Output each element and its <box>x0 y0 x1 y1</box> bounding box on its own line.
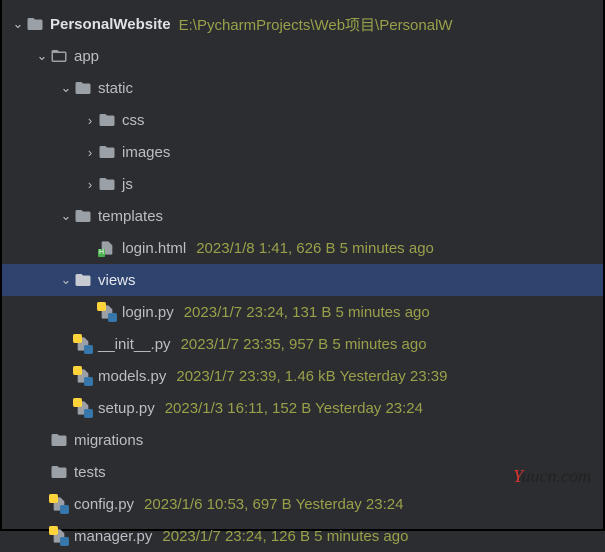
tree-label: images <box>122 144 170 161</box>
tree-row-static[interactable]: ⌄ static <box>2 72 603 104</box>
python-file-icon <box>74 335 92 353</box>
python-file-icon <box>98 303 116 321</box>
tree-row-images[interactable]: › images <box>2 136 603 168</box>
chevron-down-icon[interactable]: ⌄ <box>58 208 74 224</box>
folder-icon <box>50 431 68 449</box>
tree-row-init-py[interactable]: › __init__.py 2023/1/7 23:35, 957 B 5 mi… <box>2 328 603 360</box>
chevron-right-icon[interactable]: › <box>82 177 98 192</box>
folder-icon <box>50 463 68 481</box>
tree-label: app <box>74 48 99 65</box>
folder-icon <box>98 175 116 193</box>
tree-row-js[interactable]: › js <box>2 168 603 200</box>
tree-label: manager.py <box>74 528 152 545</box>
tree-row-models-py[interactable]: › models.py 2023/1/7 23:39, 1.46 kB Yest… <box>2 360 603 392</box>
folder-icon <box>26 15 44 33</box>
tree-row-css[interactable]: › css <box>2 104 603 136</box>
tree-row-views[interactable]: ⌄ views <box>2 264 603 296</box>
file-meta: 2023/1/7 23:24, 126 B 5 minutes ago <box>162 528 408 545</box>
tree-label: views <box>98 272 136 289</box>
folder-icon <box>98 111 116 129</box>
chevron-right-icon[interactable]: › <box>82 113 98 128</box>
file-meta: 2023/1/7 23:24, 131 B 5 minutes ago <box>184 304 430 321</box>
tree-row-login-html[interactable]: › H login.html 2023/1/8 1:41, 626 B 5 mi… <box>2 232 603 264</box>
folder-icon <box>74 271 92 289</box>
tree-label: js <box>122 176 133 193</box>
html-file-icon: H <box>98 239 116 257</box>
tree-label: models.py <box>98 368 166 385</box>
tree-row-manager-py[interactable]: › manager.py 2023/1/7 23:24, 126 B 5 min… <box>2 520 603 552</box>
folder-icon <box>74 79 92 97</box>
tree-row-root[interactable]: ⌄ PersonalWebsite E:\PycharmProjects\Web… <box>2 8 603 40</box>
python-file-icon <box>50 527 68 545</box>
tree-row-login-py[interactable]: › login.py 2023/1/7 23:24, 131 B 5 minut… <box>2 296 603 328</box>
chevron-down-icon[interactable]: ⌄ <box>58 80 74 96</box>
tree-row-app[interactable]: ⌄ app <box>2 40 603 72</box>
file-meta: 2023/1/6 10:53, 697 B Yesterday 23:24 <box>144 496 403 513</box>
file-meta: 2023/1/7 23:39, 1.46 kB Yesterday 23:39 <box>176 368 447 385</box>
tree-label: tests <box>74 464 106 481</box>
tree-row-tests[interactable]: › tests <box>2 456 603 488</box>
tree-label: PersonalWebsite <box>50 16 171 33</box>
tree-label: setup.py <box>98 400 155 417</box>
tree-label: static <box>98 80 133 97</box>
tree-label: config.py <box>74 496 134 513</box>
tree-label: login.py <box>122 304 174 321</box>
tree-label: __init__.py <box>98 336 171 353</box>
tree-row-setup-py[interactable]: › setup.py 2023/1/3 16:11, 152 B Yesterd… <box>2 392 603 424</box>
python-file-icon <box>50 495 68 513</box>
chevron-down-icon[interactable]: ⌄ <box>58 272 74 288</box>
tree-row-templates[interactable]: ⌄ templates <box>2 200 603 232</box>
tree-path: E:\PycharmProjects\Web项目\PersonalW <box>179 14 453 35</box>
tree-row-migrations[interactable]: › migrations <box>2 424 603 456</box>
folder-icon <box>98 143 116 161</box>
tree-label: css <box>122 112 145 129</box>
chevron-down-icon[interactable]: ⌄ <box>34 48 50 64</box>
python-file-icon <box>74 399 92 417</box>
file-meta: 2023/1/3 16:11, 152 B Yesterday 23:24 <box>165 400 423 417</box>
tree-label: migrations <box>74 432 143 449</box>
chevron-right-icon[interactable]: › <box>82 145 98 160</box>
tree-label: templates <box>98 208 163 225</box>
tree-label: login.html <box>122 240 186 257</box>
python-file-icon <box>74 367 92 385</box>
chevron-down-icon[interactable]: ⌄ <box>10 16 26 32</box>
folder-icon <box>74 207 92 225</box>
file-meta: 2023/1/7 23:35, 957 B 5 minutes ago <box>181 336 427 353</box>
tree-row-config-py[interactable]: › config.py 2023/1/6 10:53, 697 B Yester… <box>2 488 603 520</box>
file-meta: 2023/1/8 1:41, 626 B 5 minutes ago <box>196 240 434 257</box>
folder-open-icon <box>50 47 68 65</box>
project-tree[interactable]: ⌄ PersonalWebsite E:\PycharmProjects\Web… <box>2 0 603 552</box>
